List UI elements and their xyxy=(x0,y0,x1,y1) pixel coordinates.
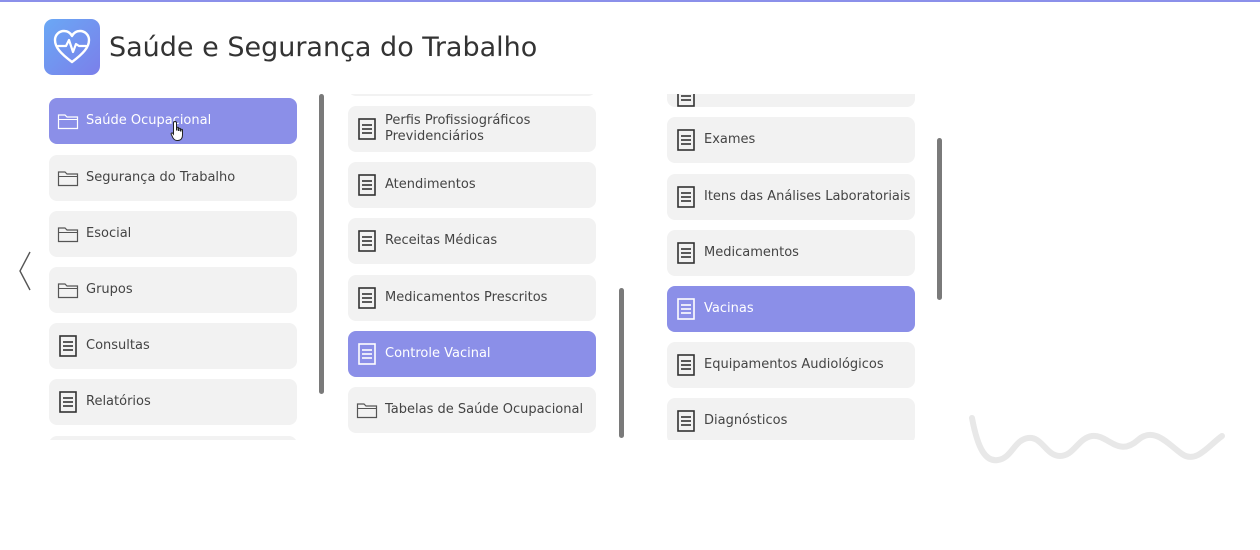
document-icon xyxy=(675,186,697,208)
page-title: Saúde e Segurança do Trabalho xyxy=(109,31,538,63)
document-icon xyxy=(675,298,697,320)
document-icon xyxy=(57,391,79,413)
menu-item-seguranca-do-trabalho[interactable]: Segurança do Trabalho xyxy=(49,155,297,201)
menu-item-medicamentos-prescritos[interactable]: Medicamentos Prescritos xyxy=(348,275,596,321)
menu-item-label: Controle Vacinal xyxy=(385,346,491,361)
menu-item-label: Vacinas xyxy=(704,301,754,316)
scrollbar-column-2[interactable] xyxy=(619,288,624,438)
menu-item-label: Atendimentos xyxy=(385,177,476,192)
menu-item-tabelas-saude-ocupacional[interactable]: Tabelas de Saúde Ocupacional xyxy=(348,387,596,433)
folder-icon xyxy=(356,399,378,421)
menu-item-label: Saúde Ocupacional xyxy=(86,113,212,128)
menu-item-consultas[interactable]: Consultas xyxy=(49,323,297,369)
menu-item-label: Medicamentos Prescritos xyxy=(385,290,548,305)
menu-item-label: Medicamentos xyxy=(704,245,799,260)
folder-icon xyxy=(57,223,79,245)
heart-pulse-icon xyxy=(44,19,100,75)
menu-item-itens-analises-laboratoriais[interactable]: Itens das Análises Laboratoriais xyxy=(667,174,915,220)
menu-item-label: Segurança do Trabalho xyxy=(86,170,236,185)
scrollbar-column-1[interactable] xyxy=(319,94,324,394)
menu-item-partial[interactable] xyxy=(667,94,915,107)
menu-item-vacinas[interactable]: Vacinas xyxy=(667,286,915,332)
document-icon xyxy=(675,94,697,107)
back-chevron-icon[interactable] xyxy=(16,250,34,292)
menu-item-grupos[interactable]: Grupos xyxy=(49,267,297,313)
menu-item-label: Tabelas de Saúde Ocupacional xyxy=(385,402,584,417)
menu-item-label: Esocial xyxy=(86,226,132,241)
document-icon xyxy=(675,129,697,151)
menu-item-equipamentos-audiologicos[interactable]: Equipamentos Audiológicos xyxy=(667,342,915,388)
menu-item-atendimentos[interactable]: Atendimentos xyxy=(348,162,596,208)
menu-item-receitas-medicas[interactable]: Receitas Médicas xyxy=(348,218,596,264)
hand-cursor-icon xyxy=(170,120,186,146)
menu-item-esocial[interactable]: Esocial xyxy=(49,211,297,257)
document-icon xyxy=(675,354,697,376)
menu-column-level-2: Perfis Profissiográficos Previdenciários… xyxy=(347,94,599,440)
menu-item-label: Perfis Profissiográficos Previdenciários xyxy=(385,113,531,144)
app-header: Saúde e Segurança do Trabalho xyxy=(44,19,537,75)
menu-item-medicamentos[interactable]: Medicamentos xyxy=(667,230,915,276)
menu-column-level-3: Exames Itens das Análises Laboratoriais … xyxy=(666,94,918,440)
document-icon xyxy=(675,242,697,264)
folder-icon xyxy=(57,110,79,132)
document-icon xyxy=(57,335,79,357)
document-icon xyxy=(675,410,697,432)
menu-item-label: Grupos xyxy=(86,282,133,297)
document-icon xyxy=(356,118,378,140)
menu-item-label: Exames xyxy=(704,132,756,147)
document-icon xyxy=(356,287,378,309)
menu-item-label: Itens das Análises Laboratoriais xyxy=(704,189,911,204)
document-icon xyxy=(356,343,378,365)
menu-item-partial[interactable] xyxy=(348,94,596,96)
menu-item-controle-vacinal[interactable]: Controle Vacinal xyxy=(348,331,596,377)
folder-icon xyxy=(57,167,79,189)
menu-item-label: Equipamentos Audiológicos xyxy=(704,357,884,372)
menu-item-label: Relatórios xyxy=(86,394,151,409)
menu-item-exames[interactable]: Exames xyxy=(667,117,915,163)
menu-item-diagnosticos[interactable]: Diagnósticos xyxy=(667,398,915,440)
folder-icon xyxy=(57,279,79,301)
decorative-wave xyxy=(968,410,1230,474)
menu-item-label: Receitas Médicas xyxy=(385,233,498,248)
scrollbar-column-3[interactable] xyxy=(937,138,942,300)
menu-item-label: Consultas xyxy=(86,338,150,353)
document-icon xyxy=(356,174,378,196)
menu-item-relatorios[interactable]: Relatórios xyxy=(49,379,297,425)
menu-item-perfis-profissiograficos[interactable]: Perfis Profissiográficos Previdenciários xyxy=(348,106,596,152)
document-icon xyxy=(356,230,378,252)
menu-item-label: Diagnósticos xyxy=(704,413,788,428)
menu-item-partial[interactable] xyxy=(49,436,297,440)
top-accent-line xyxy=(0,0,1260,2)
